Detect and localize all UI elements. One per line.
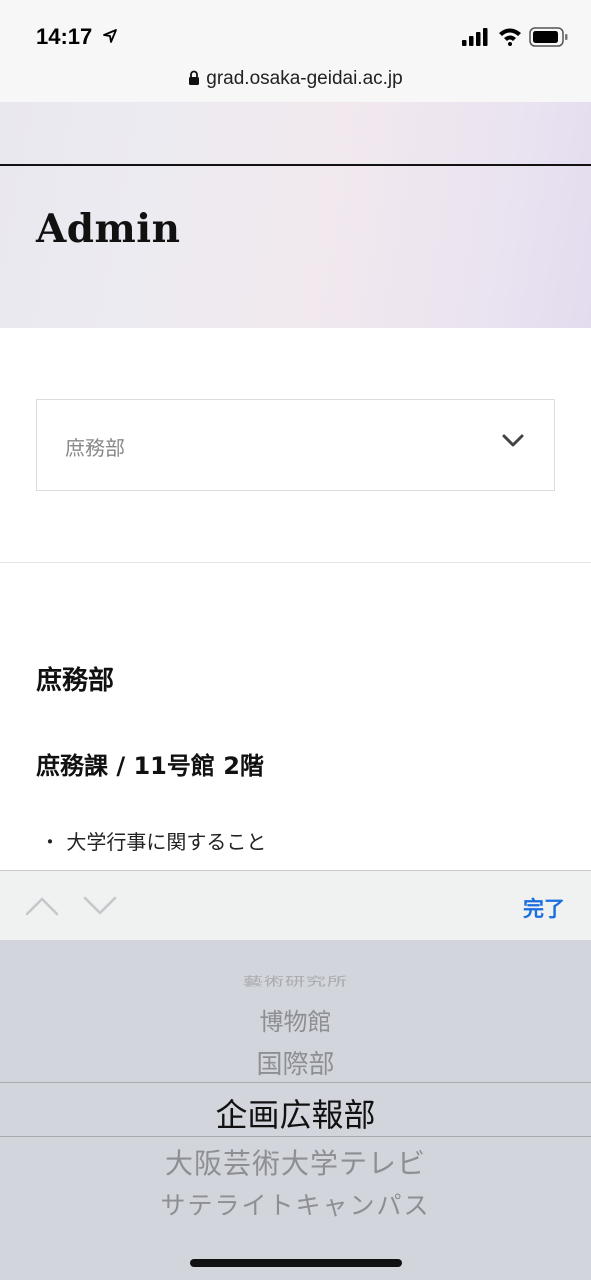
status-time: 14:17 (36, 24, 93, 49)
picker-selection-line-bottom (0, 1136, 591, 1137)
chevron-down-icon (502, 434, 524, 447)
picker-option[interactable]: 大阪芸術大学テレビ (0, 1142, 591, 1182)
chevron-up-icon[interactable] (24, 895, 60, 917)
location-arrow-icon (103, 29, 117, 43)
done-button[interactable]: 完了 (523, 893, 565, 923)
list-item: ・ 大学行事に関すること (40, 830, 267, 854)
subsection-heading: 庶務課 / 11号館 2階 (36, 752, 264, 780)
browser-top-bar: 14:17 grad.osaka-geidai.ac.jp (0, 0, 591, 102)
cellular-signal-icon (462, 28, 488, 46)
url-text: grad.osaka-geidai.ac.jp (206, 68, 403, 89)
wifi-icon (499, 28, 521, 46)
department-select[interactable]: 庶務部 (36, 399, 555, 491)
lock-icon (189, 70, 200, 85)
page-title: Admin (36, 206, 181, 252)
picker-option[interactable]: サテライトキャンパス (0, 1186, 591, 1222)
chevron-down-nav-icon[interactable] (82, 895, 118, 917)
picker-selection-line-top (0, 1082, 591, 1083)
department-picker[interactable]: 藝術研究所 博物館 国際部 企画広報部 大阪芸術大学テレビ サテライトキャンパス (0, 940, 591, 1280)
home-indicator[interactable] (190, 1259, 402, 1267)
battery-icon (529, 27, 568, 47)
address-bar[interactable]: grad.osaka-geidai.ac.jp (0, 68, 591, 90)
page-header: Admin (0, 102, 591, 328)
picker-option[interactable]: 藝術研究所 (0, 972, 591, 989)
picker-option[interactable]: 博物館 (0, 1002, 591, 1037)
keyboard-accessory-bar: 完了 (0, 870, 591, 940)
department-select-value: 庶務部 (65, 436, 125, 460)
header-divider (0, 164, 591, 166)
section-divider (0, 562, 591, 563)
picker-option[interactable]: 国際部 (0, 1044, 591, 1081)
section-heading: 庶務部 (36, 666, 115, 696)
picker-option-selected[interactable]: 企画広報部 (0, 1090, 591, 1136)
